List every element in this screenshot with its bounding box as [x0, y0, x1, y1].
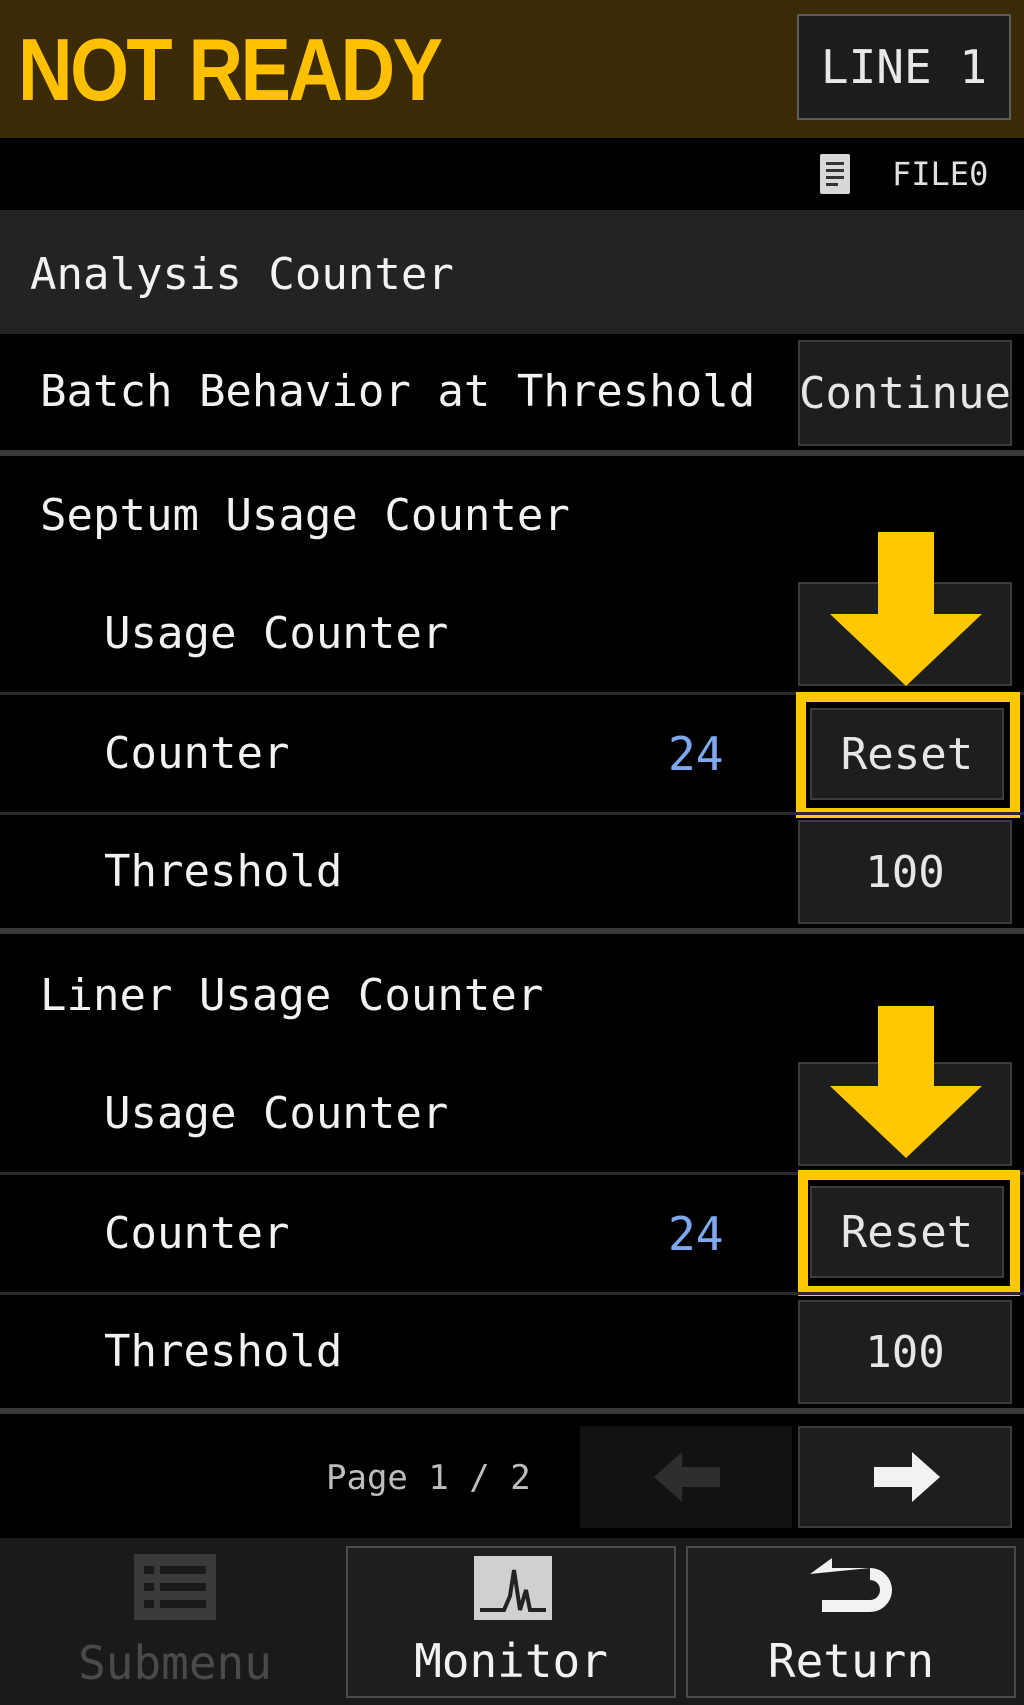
septum-threshold-label: Threshold	[104, 846, 343, 897]
monitor-label: Monitor	[414, 1634, 608, 1688]
highlight-frame	[796, 692, 1020, 818]
divider	[0, 1408, 1024, 1414]
septum-threshold-button[interactable]: 100	[798, 820, 1012, 924]
septum-usage-counter-label: Usage Counter	[104, 608, 449, 659]
liner-threshold-button[interactable]: 100	[798, 1300, 1012, 1404]
septum-counter-label: Counter	[104, 728, 290, 779]
file-label: FILE0	[892, 155, 989, 193]
batch-behavior-label: Batch Behavior at Threshold	[40, 366, 756, 417]
page-title: Analysis Counter	[30, 249, 454, 300]
divider	[0, 812, 1024, 815]
down-arrow-icon	[830, 1006, 982, 1158]
liner-counter-label: Counter	[104, 1208, 290, 1259]
page-indicator: Page 1 / 2	[326, 1458, 531, 1498]
line-button[interactable]: LINE 1	[797, 14, 1011, 120]
submenu-button[interactable]: Submenu	[8, 1548, 342, 1698]
down-arrow-icon	[830, 532, 982, 686]
liner-counter-value: 24	[668, 1207, 724, 1261]
status-text: NOT READY	[18, 20, 443, 119]
return-icon	[810, 1558, 892, 1612]
divider	[0, 1292, 1024, 1295]
submenu-label: Submenu	[78, 1636, 272, 1690]
file-bar	[0, 138, 1024, 210]
liner-section-title: Liner Usage Counter	[40, 970, 544, 1021]
arrow-right-icon	[874, 1452, 940, 1502]
monitor-button[interactable]: Monitor	[346, 1546, 676, 1698]
divider	[0, 450, 1024, 456]
monitor-chart-icon	[474, 1556, 552, 1620]
batch-behavior-button[interactable]: Continue	[798, 340, 1012, 446]
septum-section-title: Septum Usage Counter	[40, 490, 570, 541]
return-button[interactable]: Return	[686, 1546, 1016, 1698]
arrow-left-icon	[654, 1452, 720, 1502]
return-label: Return	[767, 1634, 935, 1688]
prev-page-button[interactable]	[580, 1426, 792, 1528]
document-icon	[820, 154, 850, 194]
divider	[0, 928, 1024, 934]
highlight-frame	[798, 1170, 1020, 1296]
next-page-button[interactable]	[798, 1426, 1012, 1528]
liner-usage-counter-label: Usage Counter	[104, 1088, 449, 1139]
list-icon	[134, 1554, 216, 1620]
liner-threshold-label: Threshold	[104, 1326, 343, 1377]
septum-counter-value: 24	[668, 727, 724, 781]
